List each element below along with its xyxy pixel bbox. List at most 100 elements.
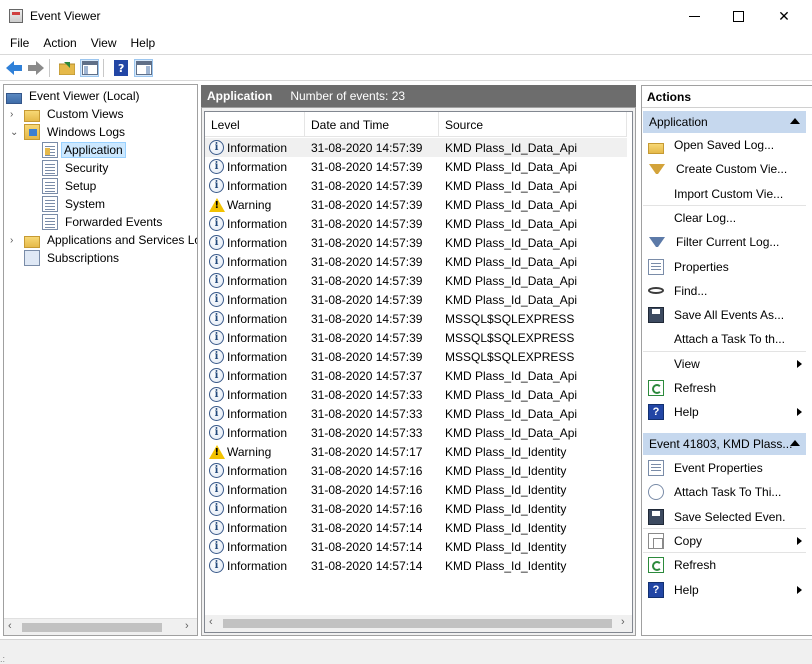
event-row[interactable]: i Information 31-08-2020 14:57:16 KMD Plass… xyxy=(205,480,627,499)
scrollbar-thumb[interactable] xyxy=(223,619,612,628)
level-text: Information xyxy=(227,463,288,478)
event-row[interactable]: Warning 31-08-2020 14:57:39 KMD Plass_Id_D… xyxy=(205,195,627,214)
menu-help[interactable]: Help xyxy=(124,36,163,50)
event-count: Number of events: 23 xyxy=(290,89,406,103)
event-row[interactable]: i Information 31-08-2020 14:57:16 KMD Plass… xyxy=(205,499,627,518)
status-grip-icon: .: xyxy=(0,654,6,664)
column-header-level[interactable]: Level xyxy=(205,112,305,137)
warning-icon xyxy=(208,197,225,212)
scroll-right-icon[interactable]: › xyxy=(185,620,189,632)
scroll-left-icon[interactable]: ‹ xyxy=(209,616,213,628)
action-properties[interactable]: Properties xyxy=(643,255,806,279)
event-row[interactable]: i Information 31-08-2020 14:57:39 KMD Plass… xyxy=(205,176,627,195)
tree-item-applications-and-services[interactable]: Applications and Services Lo xyxy=(24,231,198,249)
collapse-triangle-icon[interactable] xyxy=(790,440,800,446)
level-text: Information xyxy=(227,159,288,174)
scrollbar-thumb[interactable] xyxy=(22,623,162,632)
action-create-custom-vie[interactable]: Create Custom Vie... xyxy=(643,157,806,181)
information-icon: i xyxy=(209,140,224,155)
action-save-selected-even[interactable]: Save Selected Even... xyxy=(643,505,806,529)
maximize-button[interactable] xyxy=(715,0,761,32)
action-save-all-events-as[interactable]: Save All Events As... xyxy=(643,303,806,327)
action-open-saved-log[interactable]: Open Saved Log... xyxy=(643,133,806,157)
action-copy[interactable]: Copy xyxy=(643,529,806,553)
event-row[interactable]: i Information 31-08-2020 14:57:14 KMD Plass… xyxy=(205,537,627,556)
actions-section-event[interactable]: Event 41803, KMD Plass... xyxy=(643,433,806,455)
action-import-custom-vie[interactable]: Import Custom Vie... xyxy=(643,182,806,206)
action-view[interactable]: View xyxy=(643,352,806,376)
back-button[interactable] xyxy=(4,59,23,77)
tree-item-event-viewer-local[interactable]: Event Viewer (Local) xyxy=(6,87,144,105)
help-button[interactable]: ? xyxy=(111,59,130,77)
show-hide-tree-button[interactable] xyxy=(80,59,99,77)
action-attach-a-task-to-th[interactable]: Attach a Task To th... xyxy=(643,327,806,351)
event-row[interactable]: Warning 31-08-2020 14:57:17 KMD Plass_Id_I… xyxy=(205,442,627,461)
event-row[interactable]: i Information 31-08-2020 14:57:39 KMD Plass… xyxy=(205,233,627,252)
collapse-triangle-icon[interactable] xyxy=(790,118,800,124)
action-help[interactable]: ? Help xyxy=(643,400,806,424)
tree-item-application[interactable]: Application xyxy=(42,141,126,159)
tree-item-forwarded-events[interactable]: Forwarded Events xyxy=(42,213,166,231)
tree-item-windows-logs[interactable]: Windows Logs xyxy=(24,123,129,141)
event-row[interactable]: i Information 31-08-2020 14:57:39 KMD Plass… xyxy=(205,157,627,176)
event-row[interactable]: i Information 31-08-2020 14:57:39 KMD Plass… xyxy=(205,138,627,157)
tree-label: Application xyxy=(61,142,126,158)
action-find[interactable]: Find... xyxy=(643,279,806,303)
action-clear-log[interactable]: Clear Log... xyxy=(643,206,806,230)
event-row[interactable]: i Information 31-08-2020 14:57:39 KMD Plass… xyxy=(205,290,627,309)
log-header-bar: Application Number of events: 23 xyxy=(201,85,636,107)
action-refresh[interactable]: Refresh xyxy=(643,553,806,577)
event-row[interactable]: i Information 31-08-2020 14:57:33 KMD Plass… xyxy=(205,404,627,423)
tree-item-security[interactable]: Security xyxy=(42,159,112,177)
tree-label: Applications and Services Lo xyxy=(47,233,198,247)
event-row[interactable]: i Information 31-08-2020 14:57:33 KMD Plass… xyxy=(205,423,627,442)
event-row[interactable]: i Information 31-08-2020 14:57:39 KMD Plass… xyxy=(205,214,627,233)
action-label: View xyxy=(674,356,700,371)
actions-section-application[interactable]: Application xyxy=(643,111,806,133)
action-help[interactable]: ? Help xyxy=(643,578,806,602)
event-row[interactable]: i Information 31-08-2020 14:57:37 KMD Plass… xyxy=(205,366,627,385)
action-attach-task-to-thi[interactable]: Attach Task To Thi... xyxy=(643,480,806,504)
information-icon: i xyxy=(209,254,224,269)
collapse-chevron-icon[interactable]: ⌄ xyxy=(10,128,20,138)
action-filter-current-log[interactable]: Filter Current Log... xyxy=(643,230,806,254)
close-button[interactable]: ✕ xyxy=(761,0,807,32)
event-row[interactable]: i Information 31-08-2020 14:57:14 KMD Plass… xyxy=(205,518,627,537)
event-row[interactable]: i Information 31-08-2020 14:57:16 KMD Plass… xyxy=(205,461,627,480)
expand-chevron-icon[interactable]: › xyxy=(10,110,20,120)
forward-button[interactable] xyxy=(26,59,45,77)
tree-item-custom-views[interactable]: Custom Views xyxy=(24,105,127,123)
tree-item-setup[interactable]: Setup xyxy=(42,177,100,195)
column-header-date-time[interactable]: Date and Time xyxy=(305,112,439,137)
information-icon: i xyxy=(209,368,224,383)
event-row[interactable]: i Information 31-08-2020 14:57:14 KMD Plass… xyxy=(205,556,627,575)
grid-vertical-scrollbar[interactable] xyxy=(627,112,632,617)
expand-chevron-icon[interactable]: › xyxy=(10,236,20,246)
forward-arrow-icon xyxy=(27,61,44,75)
menu-view[interactable]: View xyxy=(84,36,124,50)
tree-horizontal-scrollbar[interactable]: ‹ › xyxy=(4,618,197,635)
event-row[interactable]: i Information 31-08-2020 14:57:39 MSSQL$SQL… xyxy=(205,309,627,328)
tree-item-system[interactable]: System xyxy=(42,195,109,213)
scroll-left-icon[interactable]: ‹ xyxy=(8,620,12,632)
column-header-source[interactable]: Source xyxy=(439,112,627,137)
menu-action[interactable]: Action xyxy=(36,36,83,50)
minimize-button[interactable] xyxy=(671,0,717,32)
event-row[interactable]: i Information 31-08-2020 14:57:39 MSSQL$SQL… xyxy=(205,328,627,347)
level-cell: i Information xyxy=(209,366,287,385)
show-hide-action-pane-button[interactable] xyxy=(134,59,153,77)
up-folder-button[interactable] xyxy=(57,59,76,77)
grid-horizontal-scrollbar[interactable]: ‹ › xyxy=(205,615,632,632)
event-row[interactable]: i Information 31-08-2020 14:57:33 KMD Plass… xyxy=(205,385,627,404)
action-refresh[interactable]: Refresh xyxy=(643,376,806,400)
menu-file[interactable]: File xyxy=(3,36,36,50)
event-row[interactable]: i Information 31-08-2020 14:57:39 KMD Plass… xyxy=(205,252,627,271)
folder-icon xyxy=(24,110,40,122)
tree-item-subscriptions[interactable]: Subscriptions xyxy=(24,249,123,267)
scroll-right-icon[interactable]: › xyxy=(621,616,625,628)
action-event-properties[interactable]: Event Properties xyxy=(643,456,806,480)
information-icon: i xyxy=(209,235,224,250)
event-row[interactable]: i Information 31-08-2020 14:57:39 MSSQL$SQL… xyxy=(205,347,627,366)
event-row[interactable]: i Information 31-08-2020 14:57:39 KMD Plass… xyxy=(205,271,627,290)
date-time-cell: 31-08-2020 14:57:39 xyxy=(311,349,423,364)
